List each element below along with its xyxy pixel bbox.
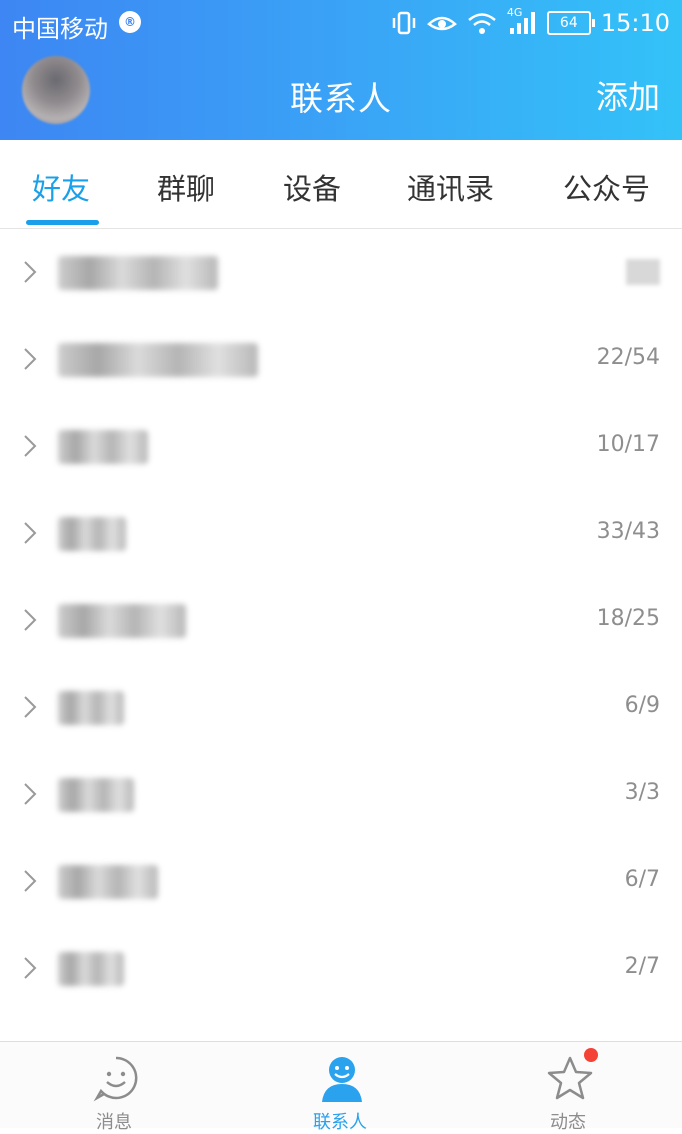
clock: 15:10 — [600, 9, 670, 37]
group-online-count: 3/3 — [624, 780, 660, 805]
friend-group-row[interactable]: 3/3 — [0, 751, 682, 838]
nav-contacts[interactable]: 联系人 — [280, 1042, 400, 1133]
friend-group-row[interactable]: 2/7 — [0, 925, 682, 1012]
group-name-redacted — [58, 343, 258, 377]
carrier-name: 中国移动 — [12, 15, 108, 43]
group-online-count: 6/9 — [624, 693, 660, 718]
chevron-right-icon — [24, 348, 37, 370]
wifi-icon — [467, 10, 497, 36]
battery-icon: 64 — [546, 11, 595, 35]
group-online-count: 33/43 — [596, 519, 660, 544]
friend-group-row[interactable]: 6/7 — [0, 838, 682, 925]
signal-icon: 4G — [507, 6, 537, 36]
status-bar: 中国移动 ® 4G 64 15:10 — [0, 0, 682, 46]
nav-moments[interactable]: 动态 — [508, 1042, 628, 1133]
group-name-redacted — [58, 865, 158, 899]
add-contact-button[interactable]: 添加 — [596, 72, 660, 118]
friend-group-row[interactable] — [0, 229, 682, 316]
group-online-count: 22/54 — [596, 345, 660, 370]
group-name-redacted — [58, 430, 148, 464]
group-name-redacted — [58, 778, 134, 812]
friend-group-row[interactable]: 18/25 — [0, 577, 682, 664]
tab-official-accounts[interactable]: 公众号 — [563, 166, 650, 208]
page-title: 联系人 — [290, 79, 392, 118]
group-online-count: 10/17 — [596, 432, 660, 457]
active-tab-indicator — [26, 220, 99, 225]
chevron-right-icon — [24, 870, 37, 892]
app-header: 中国移动 ® 4G 64 15:10 联系人 添加 — [0, 0, 682, 140]
friend-group-row[interactable]: 6/9 — [0, 664, 682, 751]
group-online-count: 2/7 — [624, 954, 660, 979]
chevron-right-icon — [24, 696, 37, 718]
nav-messages[interactable]: 消息 — [54, 1042, 174, 1133]
friend-group-row[interactable]: 33/43 — [0, 490, 682, 577]
friend-group-row[interactable]: 22/54 — [0, 316, 682, 403]
group-count-redacted — [626, 259, 660, 285]
group-name-redacted — [58, 691, 124, 725]
vibrate-icon — [391, 10, 417, 36]
group-online-count: 6/7 — [624, 867, 660, 892]
chevron-right-icon — [24, 261, 37, 283]
chevron-right-icon — [24, 522, 37, 544]
group-name-redacted — [58, 952, 124, 986]
notification-dot — [584, 1048, 598, 1062]
bottom-navigation: 消息 联系人 动态 — [0, 1041, 682, 1133]
nav-label: 消息 — [96, 1112, 132, 1133]
tab-friends[interactable]: 好友 — [32, 166, 90, 208]
nav-label: 动态 — [550, 1112, 586, 1133]
network-type: 4G — [506, 6, 523, 19]
friend-group-row[interactable]: 10/17 — [0, 403, 682, 490]
group-name-redacted — [58, 256, 218, 290]
contact-tabs: 好友 群聊 设备 通讯录 公众号 — [0, 140, 682, 229]
title-bar: 联系人 添加 — [0, 46, 682, 140]
tab-groups[interactable]: 群聊 — [157, 166, 215, 208]
smiley-chat-icon — [93, 1056, 138, 1102]
nav-label: 联系人 — [313, 1112, 367, 1133]
tab-devices[interactable]: 设备 — [283, 166, 341, 208]
tab-address-book[interactable]: 通讯录 — [407, 166, 494, 208]
chevron-right-icon — [24, 957, 37, 979]
chevron-right-icon — [24, 783, 37, 805]
friend-group-list: 22/54 10/17 33/43 18/25 6/9 3/3 6/7 2/7 — [0, 229, 682, 1012]
eye-comfort-icon — [426, 10, 457, 36]
chevron-right-icon — [24, 609, 37, 631]
group-name-redacted — [58, 517, 126, 551]
group-name-redacted — [58, 604, 186, 638]
chevron-right-icon — [24, 435, 37, 457]
hd-call-icon: ® — [119, 11, 141, 33]
group-online-count: 18/25 — [596, 606, 660, 631]
status-icons: 4G 64 15:10 — [391, 6, 670, 40]
person-icon — [322, 1057, 362, 1102]
